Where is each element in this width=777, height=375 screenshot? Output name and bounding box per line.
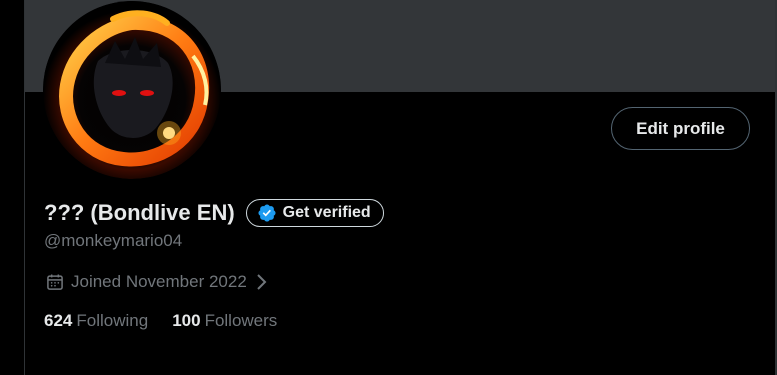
profile-avatar[interactable] xyxy=(43,1,221,179)
following-label: Following xyxy=(76,311,149,330)
follow-stats: 624 Following 100 Followers xyxy=(44,309,277,333)
verified-badge-icon xyxy=(258,204,276,222)
followers-link[interactable]: 100 Followers xyxy=(172,311,277,331)
left-column-border xyxy=(0,0,25,375)
following-count: 624 xyxy=(44,311,73,330)
display-name: ??? (Bondlive EN) xyxy=(44,200,235,225)
get-verified-button[interactable]: Get verified xyxy=(245,199,384,227)
user-handle: @monkeymario04 xyxy=(44,231,183,250)
get-verified-label: Get verified xyxy=(282,204,371,221)
avatar-image xyxy=(43,1,221,179)
following-link[interactable]: 624 Following xyxy=(44,311,148,331)
name-row: ??? (Bondlive EN) Get verified xyxy=(44,197,384,229)
calendar-icon xyxy=(47,274,63,290)
joined-date-row[interactable]: Joined November 2022 xyxy=(45,270,269,294)
edit-profile-button[interactable]: Edit profile xyxy=(611,107,750,150)
followers-label: Followers xyxy=(204,311,278,330)
followers-count: 100 xyxy=(172,311,201,330)
joined-date-text: Joined November 2022 xyxy=(71,272,247,291)
chevron-right-icon xyxy=(257,274,267,290)
